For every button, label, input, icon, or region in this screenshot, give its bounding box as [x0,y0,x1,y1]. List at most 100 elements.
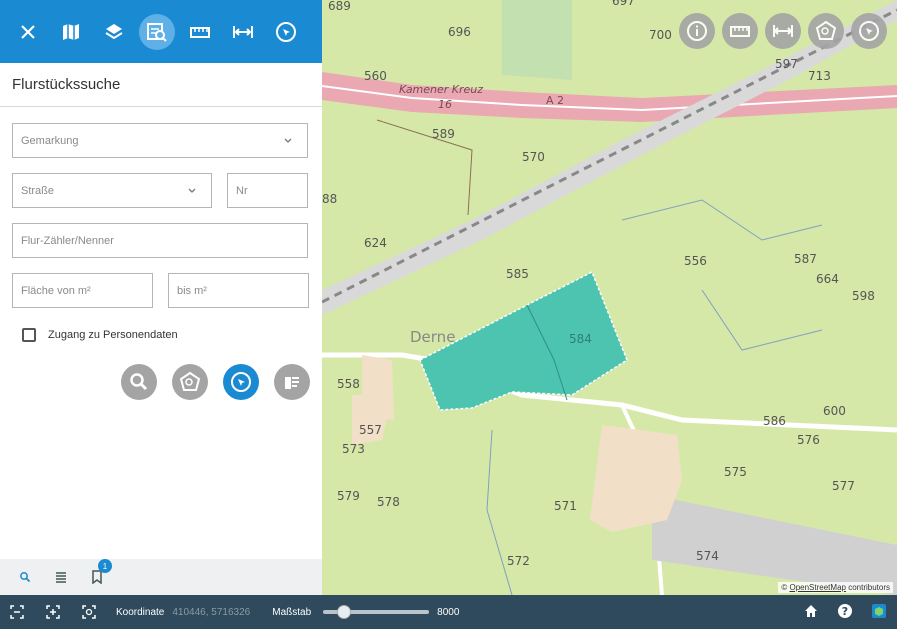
gemarkung-select[interactable]: Gemarkung [12,123,308,158]
map-label: 697 [612,0,635,8]
bookmark-count-badge: 1 [98,559,112,573]
parcel-search-button[interactable] [139,13,175,50]
status-bar: Koordinate 410446, 5716326 Maßstab 8000 … [0,595,897,629]
measure-distance-tool-button[interactable] [225,14,261,50]
flaeche-von-placeholder: Fläche von m² [21,284,91,297]
street-label: A 2 [546,94,565,107]
street-label: Kamener Kreuz [399,83,484,96]
map-label: 556 [684,254,707,268]
clear-button[interactable] [274,364,310,400]
measure-distance-button[interactable] [765,13,801,49]
coordinate-label: Koordinate [116,606,165,618]
polygon-search-action-button[interactable] [172,364,208,400]
close-button[interactable] [10,14,46,50]
personendaten-option: Zugang zu Personendaten [22,328,310,342]
strasse-select[interactable]: Straße [12,173,212,208]
map-button[interactable] [53,14,89,50]
refresh-extent-button[interactable] [80,603,98,621]
info-button[interactable] [679,13,715,49]
map-label: 584 [569,332,592,346]
street-label: 16 [438,98,452,111]
scale-slider[interactable] [323,605,430,619]
search-icon [130,373,148,391]
refresh-extent-icon [82,605,96,619]
select-parcel-button[interactable] [223,364,259,400]
nr-placeholder: Nr [236,184,248,197]
home-icon[interactable] [803,603,819,619]
search-button[interactable] [121,364,157,400]
coordinate-value: 410446, 5716326 [172,606,251,618]
hausnummer-input[interactable]: Nr [227,173,308,208]
app-logo-icon[interactable] [871,603,887,619]
map-label: 572 [507,554,530,568]
map-label: 600 [823,404,846,418]
sidebar-toolbar [0,0,322,63]
attribution-suffix: contributors [848,583,890,592]
search-actions [12,364,310,400]
measure-area-tool-button[interactable] [182,14,218,50]
map-label: 558 [337,377,360,391]
search-icon [20,572,31,583]
map-label: 577 [832,479,855,493]
svg-text:?: ? [842,605,848,618]
layers-button[interactable] [96,14,132,50]
scale-label: Maßstab [272,606,312,618]
polygon-search-icon [179,371,201,391]
tab-list[interactable] [52,568,70,586]
map-icon [63,23,79,40]
map-label: 571 [554,499,577,513]
status-right-icons: ? [803,603,887,619]
sidebar: Flurstückssuche Gemarkung Straße Nr Flur… [0,0,322,595]
attribution-prefix: © [781,583,788,592]
personendaten-checkbox[interactable] [22,328,36,342]
place-label: Derne [410,328,456,346]
tab-search[interactable] [16,568,34,586]
map-label: 574 [696,549,719,563]
distance-icon [773,25,793,37]
help-icon[interactable]: ? [837,603,853,619]
measure-area-icon [190,26,210,38]
map-label: 560 [364,69,387,83]
map-label: 624 [364,236,387,250]
app: 689 696 697 700 597 713 560 Kamener Kreu… [0,0,897,629]
sidebar-tabbar: 1 [0,559,322,595]
map-label: 575 [724,465,747,479]
zoom-in-extent-button[interactable] [44,603,62,621]
map-label: 589 [432,127,455,141]
zoom-in-extent-icon [46,605,60,619]
parcel-search-icon [147,22,167,42]
measure-area-button[interactable] [722,13,758,49]
map-label: 557 [359,423,382,437]
map-label: 586 [763,414,786,428]
chevron-down-icon [188,188,196,193]
measure-distance-icon [233,25,253,38]
map-view[interactable]: 689 696 697 700 597 713 560 Kamener Kreu… [322,0,897,595]
select-tool-button[interactable] [268,14,304,50]
gemarkung-placeholder: Gemarkung [21,134,79,147]
attribution-link[interactable]: OpenStreetMap [789,583,845,592]
chevron-down-icon [284,138,292,143]
map-label: 700 [649,28,672,42]
flaeche-bis-input[interactable]: bis m² [168,273,309,308]
map-label: 597 [775,57,798,71]
info-icon [687,21,707,41]
polygon-search-button[interactable] [808,13,844,49]
flur-input[interactable]: Flur-Zähler/Nenner [12,223,308,258]
personendaten-label: Zugang zu Personendaten [48,329,178,341]
tab-bookmarks[interactable]: 1 [88,559,112,586]
map-label: 696 [448,25,471,39]
zoom-extent-button[interactable] [8,603,26,621]
select-icon [276,21,296,42]
parcel-search-form: Gemarkung Straße Nr Flur-Zähler/Nenner F… [0,107,322,400]
map-label: 713 [808,69,831,83]
map-label: 570 [522,150,545,164]
scale-slider-handle[interactable] [336,605,351,619]
cursor-icon [231,372,251,392]
map-label: 88 [322,192,338,206]
polygon-search-icon [815,20,837,40]
flaeche-von-input[interactable]: Fläche von m² [12,273,153,308]
map-label: 573 [342,442,365,456]
zoom-out-extent-icon [10,605,24,619]
select-button[interactable] [851,13,887,49]
map-label: 689 [328,0,351,13]
